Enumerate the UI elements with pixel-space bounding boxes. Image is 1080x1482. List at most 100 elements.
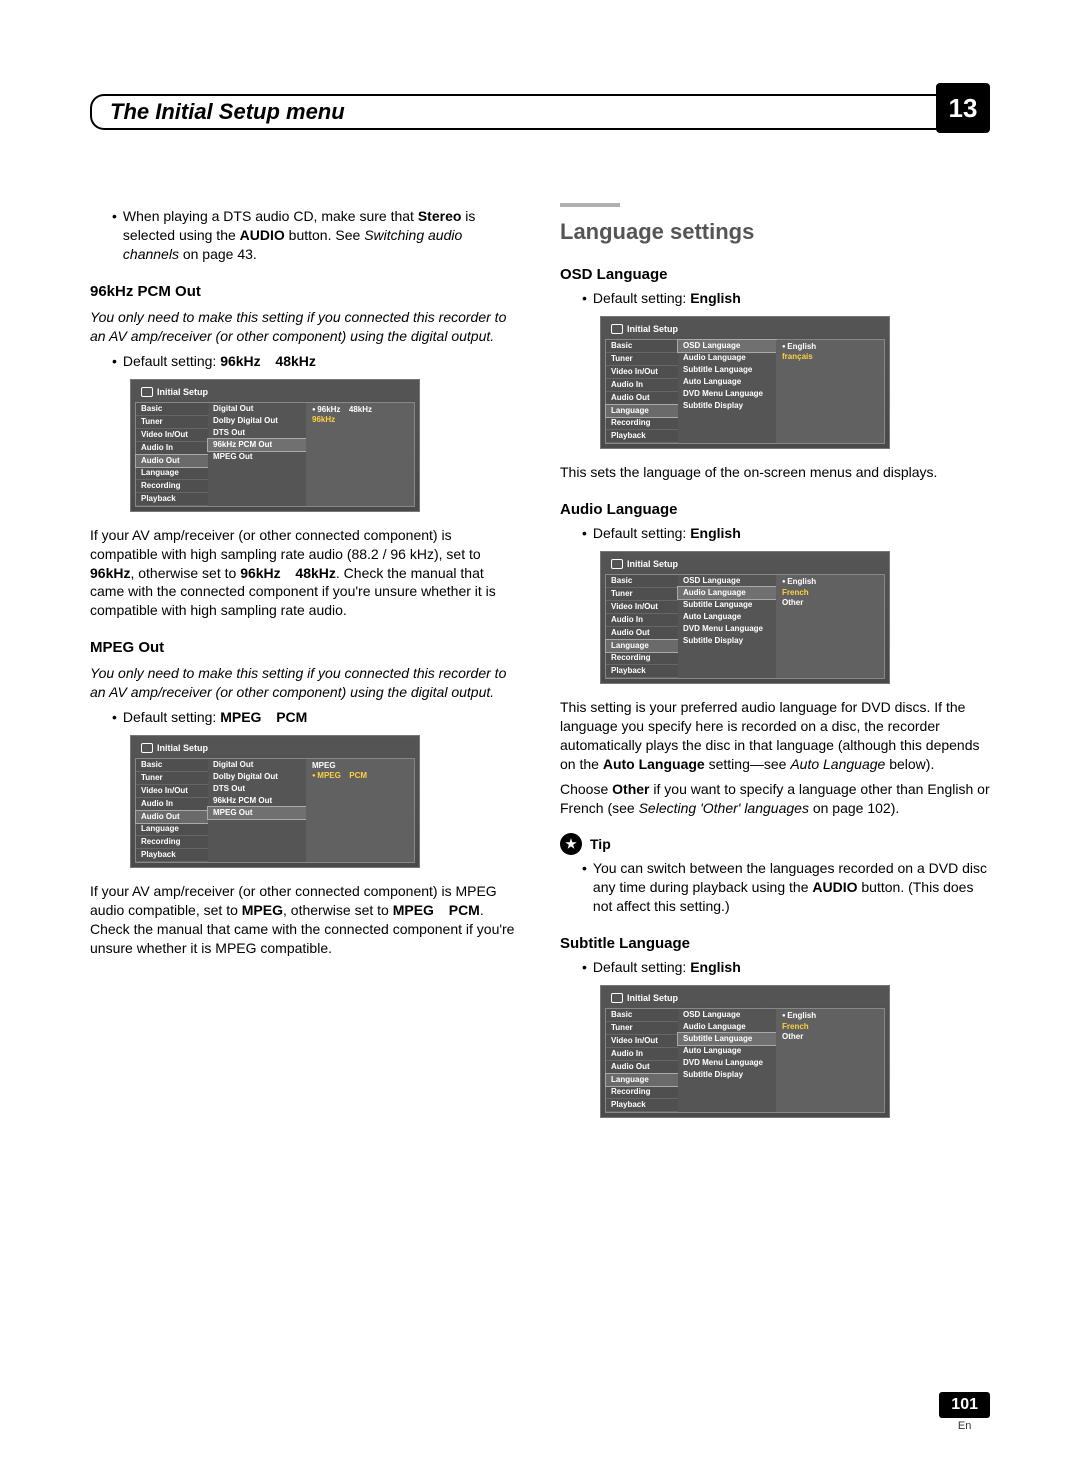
heading-osd-language: OSD Language	[560, 265, 990, 285]
osd-nav-item: Audio In	[606, 379, 678, 392]
default-label: Default setting:	[123, 709, 220, 725]
default-label: Default setting:	[593, 525, 690, 541]
osd-nav-item: Video In/Out	[606, 601, 678, 614]
osd-mid-item: 96kHz PCM Out	[207, 438, 307, 452]
osd-mid-item: Subtitle Language	[678, 364, 776, 376]
after1-audio-language: This setting is your preferred audio lan…	[560, 698, 990, 774]
osd-option: French	[780, 1022, 880, 1032]
osd-nav-item: Basic	[606, 1009, 678, 1022]
osd-option: 96kHz 48kHz	[310, 405, 410, 416]
osd-mid-item: Subtitle Display	[678, 400, 776, 412]
osd-title: Initial Setup	[605, 321, 885, 339]
osd-option: 96kHz	[310, 415, 410, 425]
default-mpeg: Default setting: MPEG PCM	[112, 708, 520, 727]
page: The Initial Setup menu 13 When playing a…	[0, 0, 1080, 1482]
osd-nav: BasicTunerVideo In/OutAudio InAudio OutL…	[606, 340, 678, 443]
default-label: Default setting:	[123, 353, 220, 369]
after-mpeg: If your AV amp/receiver (or other connec…	[90, 882, 520, 958]
osd-option: français	[780, 352, 880, 362]
osd-option: MPEG PCM	[310, 771, 410, 782]
osd-nav-item: Tuner	[606, 1022, 678, 1035]
tip-row: Tip	[560, 833, 990, 855]
osd-body: BasicTunerVideo In/OutAudio InAudio OutL…	[135, 402, 415, 507]
after2-audio-language: Choose Other if you want to specify a la…	[560, 780, 990, 818]
osd-nav-item: Video In/Out	[136, 429, 208, 442]
osd-nav-item: Tuner	[136, 772, 208, 785]
note-mpeg: You only need to make this setting if yo…	[90, 664, 520, 702]
osd-mid: OSD LanguageAudio LanguageSubtitle Langu…	[678, 575, 776, 678]
osd-mid: Digital OutDolby Digital OutDTS Out96kHz…	[208, 403, 306, 506]
osd-nav-item: Recording	[136, 836, 208, 849]
after-96khz: If your AV amp/receiver (or other connec…	[90, 526, 520, 620]
osd-body: BasicTunerVideo In/OutAudio InAudio OutL…	[605, 339, 885, 444]
osd-options: Englishfrançais	[776, 340, 884, 443]
default-96khz: Default setting: 96kHz 48kHz	[112, 352, 520, 371]
osd-audio-language: Initial SetupBasicTunerVideo In/OutAudio…	[600, 551, 890, 684]
osd-mid-item: Dolby Digital Out	[208, 415, 306, 427]
osd-title: Initial Setup	[605, 990, 885, 1008]
osd-mpeg: Initial SetupBasicTunerVideo In/OutAudio…	[130, 735, 420, 868]
osd-mid: Digital OutDolby Digital OutDTS Out96kHz…	[208, 759, 306, 862]
osd-mid-item: Digital Out	[208, 759, 306, 771]
osd-mid-item: MPEG Out	[208, 451, 306, 463]
osd-option: English	[780, 342, 880, 353]
default-value: English	[690, 525, 741, 541]
default-subtitle-language: Default setting: English	[582, 958, 990, 977]
osd-nav-item: Language	[136, 467, 208, 480]
osd-nav-item: Basic	[606, 340, 678, 353]
osd-nav-item: Basic	[136, 403, 208, 416]
osd-title: Initial Setup	[135, 740, 415, 758]
osd-nav: BasicTunerVideo In/OutAudio InAudio OutL…	[136, 759, 208, 862]
osd-mid-item: Dolby Digital Out	[208, 771, 306, 783]
osd-nav: BasicTunerVideo In/OutAudio InAudio OutL…	[606, 1009, 678, 1112]
intro-bullet: When playing a DTS audio CD, make sure t…	[112, 207, 520, 264]
osd-mid-item: Digital Out	[208, 403, 306, 415]
osd-options: EnglishFrenchOther	[776, 575, 884, 678]
osd-option: French	[780, 588, 880, 598]
osd-mid-item: Audio Language	[678, 352, 776, 364]
osd-mid-item: Subtitle Language	[677, 1032, 777, 1046]
osd-mid-item: Subtitle Display	[678, 1069, 776, 1081]
page-number: 101	[939, 1392, 990, 1418]
osd-mid-item: Subtitle Display	[678, 635, 776, 647]
osd-nav-item: Tuner	[606, 588, 678, 601]
osd-mid-item: DVD Menu Language	[678, 1057, 776, 1069]
default-label: Default setting:	[593, 959, 690, 975]
osd-mid-item: Auto Language	[678, 1045, 776, 1057]
heading-subtitle-language: Subtitle Language	[560, 934, 990, 954]
osd-option: MPEG	[310, 761, 410, 771]
tip-icon	[560, 833, 582, 855]
osd-nav-item: Language	[605, 639, 679, 653]
osd-title: Initial Setup	[135, 384, 415, 402]
default-value: 96kHz 48kHz	[220, 353, 316, 369]
osd-mid-item: Auto Language	[678, 611, 776, 623]
osd-nav-item: Audio In	[606, 614, 678, 627]
osd-mid: OSD LanguageAudio LanguageSubtitle Langu…	[678, 1009, 776, 1112]
osd-options: EnglishFrenchOther	[776, 1009, 884, 1112]
chapter-title: The Initial Setup menu	[110, 99, 345, 125]
osd-nav-item: Playback	[136, 849, 208, 862]
default-value: MPEG PCM	[220, 709, 307, 725]
osd-nav: BasicTunerVideo In/OutAudio InAudio OutL…	[606, 575, 678, 678]
osd-nav-item: Recording	[606, 417, 678, 430]
left-column: When playing a DTS audio CD, make sure t…	[90, 203, 520, 1132]
content-columns: When playing a DTS audio CD, make sure t…	[90, 203, 990, 1132]
default-label: Default setting:	[593, 290, 690, 306]
section-heading: Language settings	[560, 217, 990, 247]
osd-mid-item: DTS Out	[208, 783, 306, 795]
tip-text-content: You can switch between the languages rec…	[593, 859, 990, 916]
osd-nav-item: Language	[136, 823, 208, 836]
osd-nav-item: Recording	[606, 652, 678, 665]
default-value: English	[690, 290, 741, 306]
osd-nav-item: Basic	[606, 575, 678, 588]
osd-body: BasicTunerVideo In/OutAudio InAudio OutL…	[135, 758, 415, 863]
intro-bullet-text: When playing a DTS audio CD, make sure t…	[123, 207, 520, 264]
osd-nav-item: Tuner	[606, 353, 678, 366]
page-lang: En	[939, 1420, 990, 1432]
osd-nav-item: Playback	[136, 493, 208, 506]
osd-nav-item: Audio Out	[135, 810, 209, 824]
osd-mid-item: OSD Language	[677, 339, 777, 353]
osd-title: Initial Setup	[605, 556, 885, 574]
osd-options: 96kHz 48kHz96kHz	[306, 403, 414, 506]
page-footer: 101 En	[939, 1392, 990, 1432]
